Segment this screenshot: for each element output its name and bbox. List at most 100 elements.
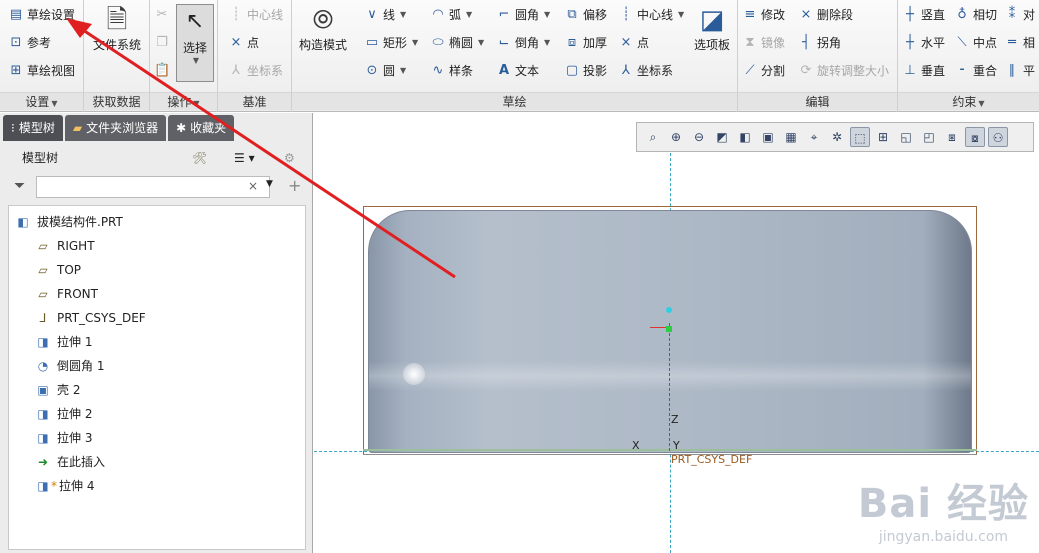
construction-mode-button[interactable]: ⦾ 构造模式 — [294, 4, 352, 53]
datum-plane-icon: ▱ — [38, 287, 48, 301]
circle-button[interactable]: ⊙ 圆 ▼ — [364, 60, 407, 82]
tree-item[interactable]: ◔ 倒圆角 1 — [35, 354, 105, 378]
show-options-icon[interactable]: ☰ ▾ — [234, 147, 255, 169]
offset-button[interactable]: ⧉ 偏移 — [564, 4, 607, 26]
axis-x-label: X — [632, 439, 640, 452]
reference-button[interactable]: ⊡ 参考 — [8, 32, 51, 54]
tree-item[interactable]: ◨ 拉伸 3 — [35, 426, 92, 450]
thicken-button[interactable]: ⧈ 加厚 — [564, 32, 607, 54]
copy-button[interactable]: ❐ — [154, 32, 170, 54]
coincident-constraint-button[interactable]: ⁃ 重合 — [954, 60, 997, 82]
divide-button[interactable]: ⟋ 分割 — [742, 60, 785, 82]
tab-folder-browser[interactable]: ▰ 文件夹浏览器 — [64, 115, 167, 141]
plane-display-icon[interactable]: ◱ — [896, 127, 916, 147]
tree-settings-icon[interactable]: 🛠 — [192, 147, 207, 169]
perpendicular-constraint-button[interactable]: ⊥ 垂直 — [902, 60, 945, 82]
group-settings-title[interactable]: 设置 ▼ — [0, 92, 83, 110]
datum-centerline-button[interactable]: ┊ 中心线 — [228, 4, 283, 26]
tree-item[interactable]: ◨ * 拉伸 4 — [35, 474, 94, 498]
tree-filter-input[interactable] — [36, 176, 270, 198]
cut-button[interactable]: ✂ — [154, 4, 170, 26]
line-button[interactable]: ∨ 线 ▼ — [364, 4, 406, 26]
sketch-setup-button[interactable]: ▤ 草绘设置 — [8, 4, 75, 26]
datum-display-icon[interactable]: ⊞ — [873, 127, 893, 147]
graphics-window[interactable]: ⌕ ⊕ ⊖ ◩ ◧ ▣ ▦ ⌖ ✲ ⬚ ⊞ ◱ ◰ ⧆ ⧇ ⚇ Z X Y PR… — [314, 113, 1039, 553]
view-manager-icon[interactable]: ▦ — [781, 127, 801, 147]
tree-item-label: 拔模结构件.PRT — [37, 215, 123, 229]
tree-item-label: RIGHT — [57, 239, 95, 253]
equal-constraint-button[interactable]: ═ 相 — [1004, 32, 1035, 54]
sketch-view-icon[interactable]: ⬚ — [850, 127, 870, 147]
text-button[interactable]: A 文本 — [496, 60, 539, 82]
perspective-icon[interactable]: ⌖ — [804, 127, 824, 147]
group-operations-title[interactable]: 操作 ▼ — [150, 92, 217, 110]
mirror-button[interactable]: ⧗ 镜像 — [742, 32, 785, 54]
filter-dropdown-icon[interactable]: ▼ — [266, 179, 273, 189]
delete-segment-button[interactable]: ⨯ 删除段 — [798, 4, 853, 26]
add-filter-icon[interactable]: + — [288, 176, 301, 195]
corner-button[interactable]: ┤ 拐角 — [798, 32, 841, 54]
display-style-icon[interactable]: ◧ — [735, 127, 755, 147]
datum-coord-button[interactable]: ⅄ 坐标系 — [228, 60, 283, 82]
vertical-constraint-button[interactable]: ┼ 竖直 — [902, 4, 945, 26]
project-button[interactable]: ▢ 投影 — [564, 60, 607, 82]
point-display-icon[interactable]: ⧆ — [942, 127, 962, 147]
midpoint-constraint-button[interactable]: ⟍ 中点 — [954, 32, 997, 54]
tree-item[interactable]: ▱ FRONT — [35, 282, 98, 306]
tab-model-tree[interactable]: ⁝ 模型树 — [3, 115, 63, 141]
watermark-url: jingyan.baidu.com — [878, 529, 1009, 545]
datum-point-button[interactable]: × 点 — [228, 32, 259, 54]
rectangle-button[interactable]: ▭ 矩形 ▼ — [364, 32, 418, 54]
tree-item[interactable]: ◨ 拉伸 2 — [35, 402, 92, 426]
tree-item[interactable]: ➜ 在此插入 — [35, 450, 105, 474]
axis-z-label: Z — [671, 413, 679, 426]
parallel-icon: ∥ — [1008, 63, 1016, 78]
tab-favorites[interactable]: ✱ 收藏夹 — [168, 115, 235, 141]
modify-button[interactable]: ≡ 修改 — [742, 4, 785, 26]
spin-center-icon[interactable]: ✲ — [827, 127, 847, 147]
parallel-constraint-button[interactable]: ∥ 平 — [1004, 60, 1035, 82]
spline-button[interactable]: ∿ 样条 — [430, 60, 473, 82]
tree-item[interactable]: ⅃ PRT_CSYS_DEF — [35, 306, 146, 330]
palette-button[interactable]: ◪ 选项板 — [690, 4, 734, 53]
palette-icon: ◪ — [699, 5, 725, 35]
rotate-resize-button[interactable]: ⟳ 旋转调整大小 — [798, 60, 889, 82]
zoom-out-icon[interactable]: ⊖ — [689, 127, 709, 147]
tangent-constraint-button[interactable]: ♁ 相切 — [954, 4, 997, 26]
part-base-edge — [363, 449, 977, 455]
csys-display-icon[interactable]: ⧇ — [965, 127, 985, 147]
clear-filter-icon[interactable]: × — [248, 179, 258, 193]
sketch-centerline-button[interactable]: ┊ 中心线 ▼ — [618, 4, 684, 26]
file-system-button[interactable]: 🗎 文件系统 — [88, 4, 146, 53]
ellipse-button[interactable]: ⬭ 椭圆 ▼ — [430, 32, 484, 54]
sketcher-display-icon[interactable]: ⚇ — [988, 127, 1008, 147]
tree-item[interactable]: ◨ 拉伸 1 — [35, 330, 92, 354]
watermark: Bai 经验 jingyan.baidu.com — [858, 471, 1029, 545]
repaint-icon[interactable]: ◩ — [712, 127, 732, 147]
symmetric-constraint-button[interactable]: ⁑ 对 — [1004, 4, 1035, 26]
tree-filter-settings-icon[interactable]: ⚙ — [284, 147, 295, 169]
horizontal-constraint-button[interactable]: ┼ 水平 — [902, 32, 945, 54]
ellipse-icon: ⬭ — [432, 35, 444, 50]
zoom-in-icon[interactable]: ⊕ — [666, 127, 686, 147]
select-button[interactable]: ↖ 选择 ▼ — [176, 4, 214, 82]
paste-button[interactable]: 📋 — [154, 60, 170, 82]
sketch-coord-button[interactable]: ⅄ 坐标系 — [618, 60, 673, 82]
sketch-point-button[interactable]: × 点 — [618, 32, 649, 54]
tree-item[interactable]: ▱ RIGHT — [35, 234, 95, 258]
axis-display-icon[interactable]: ◰ — [919, 127, 939, 147]
tree-item[interactable]: ◧ 拔模结构件.PRT — [15, 210, 123, 234]
arc-button[interactable]: ◠ 弧 ▼ — [430, 4, 472, 26]
chamfer-button[interactable]: ⌙ 倒角 ▼ — [496, 32, 551, 54]
tree-item[interactable]: ▱ TOP — [35, 258, 81, 282]
refit-icon[interactable]: ⌕ — [643, 127, 663, 147]
tree-item-label: 壳 2 — [57, 383, 81, 397]
sketch-view-button[interactable]: ⊞ 草绘视图 — [8, 60, 75, 82]
tree-item[interactable]: ▣ 壳 2 — [35, 378, 80, 402]
select-dropdown-icon[interactable]: ▼ — [179, 56, 213, 65]
saved-orientations-icon[interactable]: ▣ — [758, 127, 778, 147]
tree-item-label: 拉伸 3 — [57, 431, 93, 445]
fillet-button[interactable]: ⌐ 圆角 ▼ — [496, 4, 551, 26]
tree-item-label: TOP — [57, 263, 82, 277]
group-constrain-title[interactable]: 约束 ▼ — [898, 92, 1039, 110]
